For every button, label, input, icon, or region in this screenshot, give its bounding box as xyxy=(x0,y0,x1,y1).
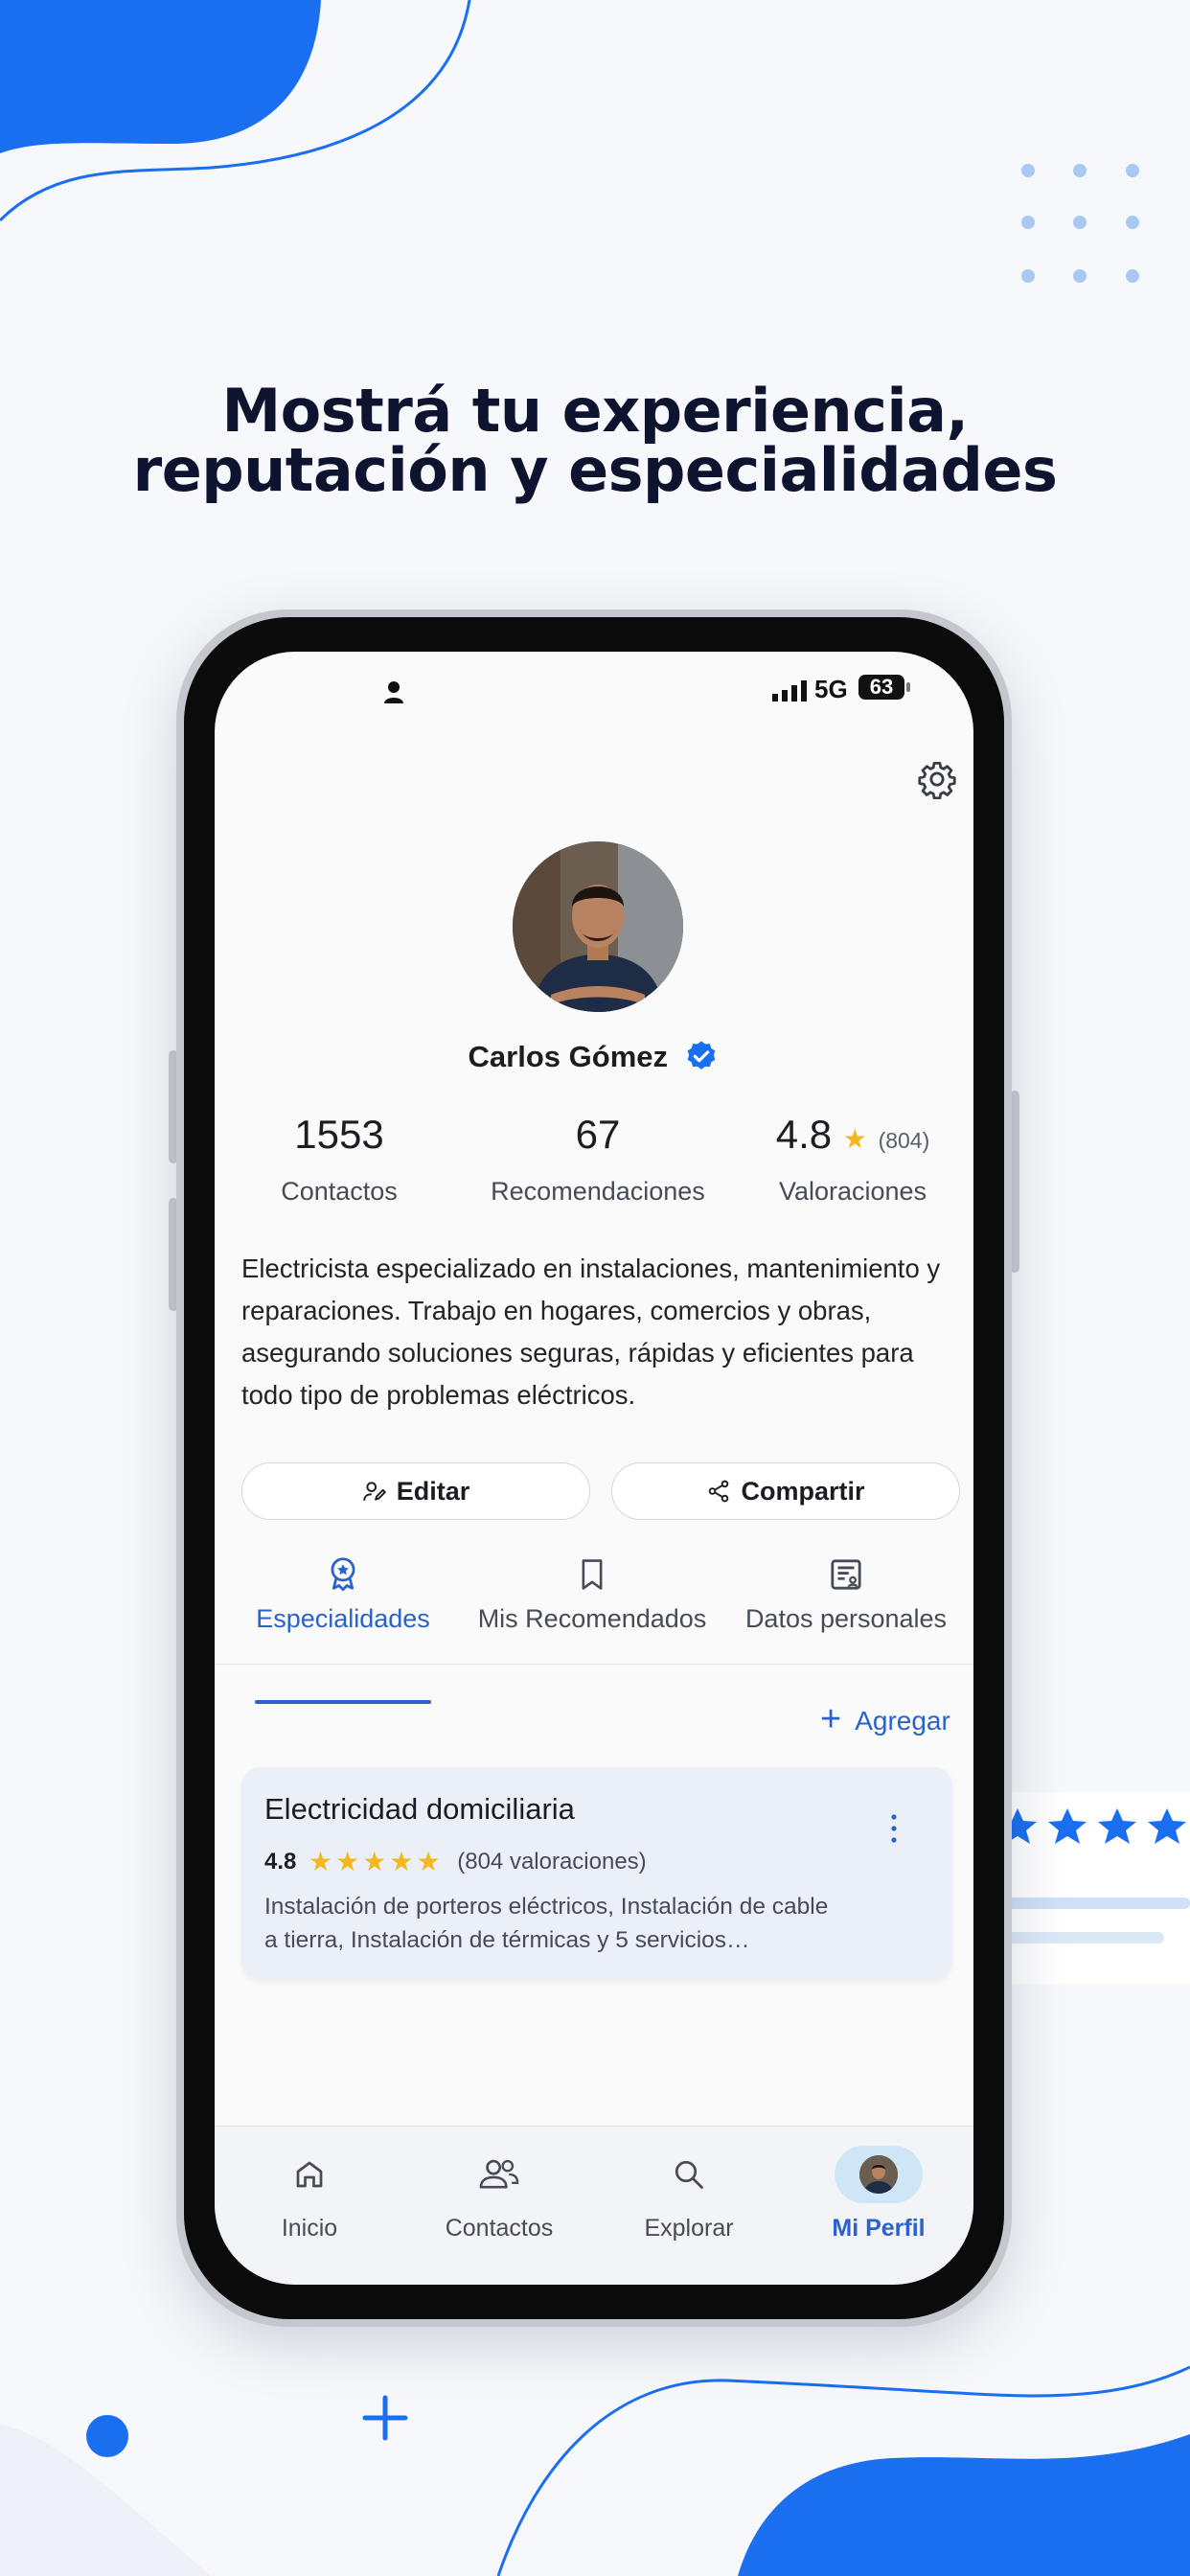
nav-contactos[interactable]: Contactos xyxy=(404,2144,594,2242)
network-label: 5G xyxy=(814,675,848,703)
nav-label: Explorar xyxy=(644,2215,734,2242)
battery-icon: 63 xyxy=(858,675,904,700)
app-screen: 5G 63 Carlos Gómez 1553 Contactos 67 Rec… xyxy=(215,652,973,2285)
profile-stats: 1553 Contactos 67 Recomendaciones 4.8 ★ … xyxy=(253,1108,935,1213)
battery-tip xyxy=(906,682,910,692)
profile-name: Carlos Gómez xyxy=(468,1040,668,1073)
rating-count: (804) xyxy=(878,1128,930,1153)
search-icon xyxy=(675,2160,703,2189)
tab-mis-recomendados[interactable]: Mis Recomendados xyxy=(468,1552,717,1634)
stat-label: Contactos xyxy=(281,1177,398,1206)
star-rating-icon: ★★★★★ xyxy=(309,1847,444,1876)
nav-label: Mi Perfil xyxy=(832,2215,926,2242)
headline: Mostrá tu experiencia, reputación y espe… xyxy=(0,381,1190,500)
dot-grid xyxy=(1021,164,1139,283)
home-icon xyxy=(296,2161,323,2188)
tab-label: Especialidades xyxy=(256,1604,430,1633)
nav-label: Contactos xyxy=(445,2215,554,2242)
bottom-navigation: Inicio Contactos Explorar Mi Perfil xyxy=(215,2126,973,2285)
share-button[interactable]: Compartir xyxy=(611,1462,960,1520)
specialty-card[interactable]: Electricidad domiciliaria 4.8 ★★★★★ (804… xyxy=(241,1767,952,1980)
plus-decoration xyxy=(362,2395,408,2441)
stat-recommendations[interactable]: 67 Recomendaciones xyxy=(483,1108,713,1207)
specialty-description: Instalación de porteros eléctricos, Inst… xyxy=(264,1894,829,1953)
active-nav-pill xyxy=(835,2146,923,2203)
phone-frame: 5G 63 Carlos Gómez 1553 Contactos 67 Rec… xyxy=(176,610,1012,2327)
profile-bio: Electricista especializado en instalacio… xyxy=(241,1254,941,1410)
share-icon xyxy=(709,1480,729,1503)
stat-value: 1553 xyxy=(294,1112,384,1157)
add-button[interactable]: + Agregar xyxy=(820,1699,950,1743)
nav-mi-perfil[interactable]: Mi Perfil xyxy=(784,2144,973,2242)
person-icon xyxy=(384,681,403,703)
tab-label: Datos personales xyxy=(744,1604,948,1633)
profile-tabs: Especialidades Mis Recomendados Datos pe… xyxy=(215,1552,973,1665)
share-label: Compartir xyxy=(741,1477,865,1506)
plus-icon: + xyxy=(820,1699,842,1739)
stat-ratings[interactable]: 4.8 ★ (804) Valoraciones xyxy=(761,1108,945,1207)
blue-dot xyxy=(86,2415,128,2457)
bottom-right-blob xyxy=(738,2434,1190,2576)
signal-icon xyxy=(772,680,807,702)
add-label: Agregar xyxy=(855,1705,950,1736)
specialty-rating: 4.8 ★★★★★ (804 valoraciones) xyxy=(264,1846,647,1877)
nav-explorar[interactable]: Explorar xyxy=(594,2144,784,2242)
edit-button[interactable]: Editar xyxy=(241,1462,590,1520)
rating-value: 4.8 xyxy=(264,1849,297,1874)
stat-value: 67 xyxy=(575,1112,621,1157)
edit-profile-icon xyxy=(362,1482,386,1501)
contacts-icon xyxy=(479,2159,519,2189)
nav-label: Inicio xyxy=(281,2215,338,2242)
badge-icon xyxy=(331,1557,355,1591)
edit-label: Editar xyxy=(396,1477,470,1506)
tab-datos-personales[interactable]: Datos personales xyxy=(726,1552,966,1634)
profile-card-icon xyxy=(831,1559,861,1590)
verified-icon xyxy=(688,1041,716,1070)
avatar-icon xyxy=(859,2155,898,2194)
gear-icon[interactable] xyxy=(917,759,957,799)
stat-label: Valoraciones xyxy=(778,1177,927,1206)
tab-especialidades[interactable]: Especialidades xyxy=(228,1552,458,1634)
stat-contacts[interactable]: 1553 Contactos xyxy=(253,1108,425,1207)
stat-label: Recomendaciones xyxy=(491,1177,705,1206)
bookmark-icon xyxy=(582,1559,603,1590)
stat-value: 4.8 xyxy=(775,1112,833,1157)
active-tab-indicator xyxy=(255,1700,431,1704)
profile-name-row: Carlos Gómez xyxy=(215,1039,973,1075)
top-left-blob xyxy=(0,0,321,153)
star-icon: ★ xyxy=(842,1124,867,1154)
more-options-icon[interactable] xyxy=(880,1809,908,1848)
headline-line-1: Mostrá tu experiencia, xyxy=(221,376,969,446)
profile-photo xyxy=(513,841,683,1012)
tab-label: Mis Recomendados xyxy=(477,1604,707,1633)
rating-widget-decoration xyxy=(996,1792,1190,1984)
rating-count: (804 valoraciones) xyxy=(457,1849,647,1874)
specialty-title: Electricidad domiciliaria xyxy=(264,1792,575,1826)
status-bar: 5G 63 xyxy=(215,652,973,728)
profile-avatar[interactable] xyxy=(513,841,683,1012)
headline-line-2: reputación y especialidades xyxy=(132,435,1058,505)
nav-inicio[interactable]: Inicio xyxy=(215,2144,404,2242)
